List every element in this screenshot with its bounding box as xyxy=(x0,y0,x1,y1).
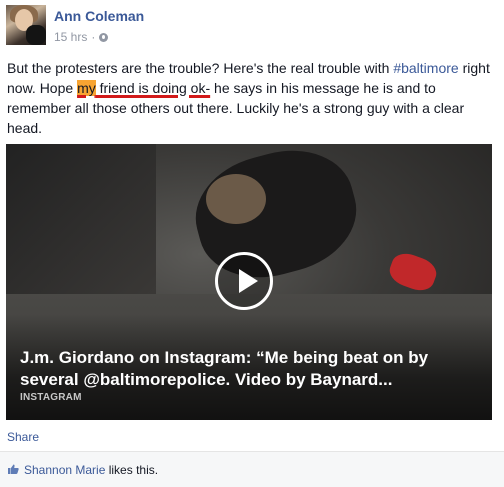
post-text-part1: But the protesters are the trouble? Here… xyxy=(7,60,394,76)
author-avatar[interactable] xyxy=(6,5,46,45)
likes-bar: Shannon Marie likes this. xyxy=(0,451,504,487)
liker-name[interactable]: Shannon Marie xyxy=(24,463,105,477)
link-title-text[interactable]: J.m. Giordano on Instagram: “Me being be… xyxy=(20,348,428,389)
likes-suffix: likes this. xyxy=(105,463,159,477)
meta-separator: · xyxy=(91,30,96,44)
post-meta: 15 hrs · xyxy=(54,30,109,44)
link-title[interactable]: J.m. Giordano on Instagram: “Me being be… xyxy=(20,347,480,391)
thumbs-up-icon xyxy=(8,464,19,474)
hashtag-link[interactable]: #baltimore xyxy=(393,60,458,76)
video-figure-left xyxy=(6,144,156,294)
globe-icon[interactable] xyxy=(99,32,109,42)
likes-text: Shannon Marie likes this. xyxy=(24,463,158,477)
video-link-preview[interactable]: J.m. Giordano on Instagram: “Me being be… xyxy=(6,144,492,420)
video-person-head xyxy=(206,174,266,224)
underlined-rest: friend is doing ok- xyxy=(95,80,211,96)
video-red-shoe xyxy=(385,249,441,295)
underlined-phrase: my friend is doing ok- xyxy=(77,80,210,96)
author-name[interactable]: Ann Coleman xyxy=(54,8,144,24)
highlighted-word: my xyxy=(77,80,96,96)
link-source: INSTAGRAM xyxy=(20,392,82,403)
share-button[interactable]: Share xyxy=(7,430,39,444)
video-person xyxy=(183,144,369,293)
post-body: But the protesters are the trouble? Here… xyxy=(7,58,497,138)
play-icon[interactable] xyxy=(215,252,273,310)
post-time[interactable]: 15 hrs xyxy=(54,30,87,44)
avatar-dog xyxy=(26,25,46,45)
